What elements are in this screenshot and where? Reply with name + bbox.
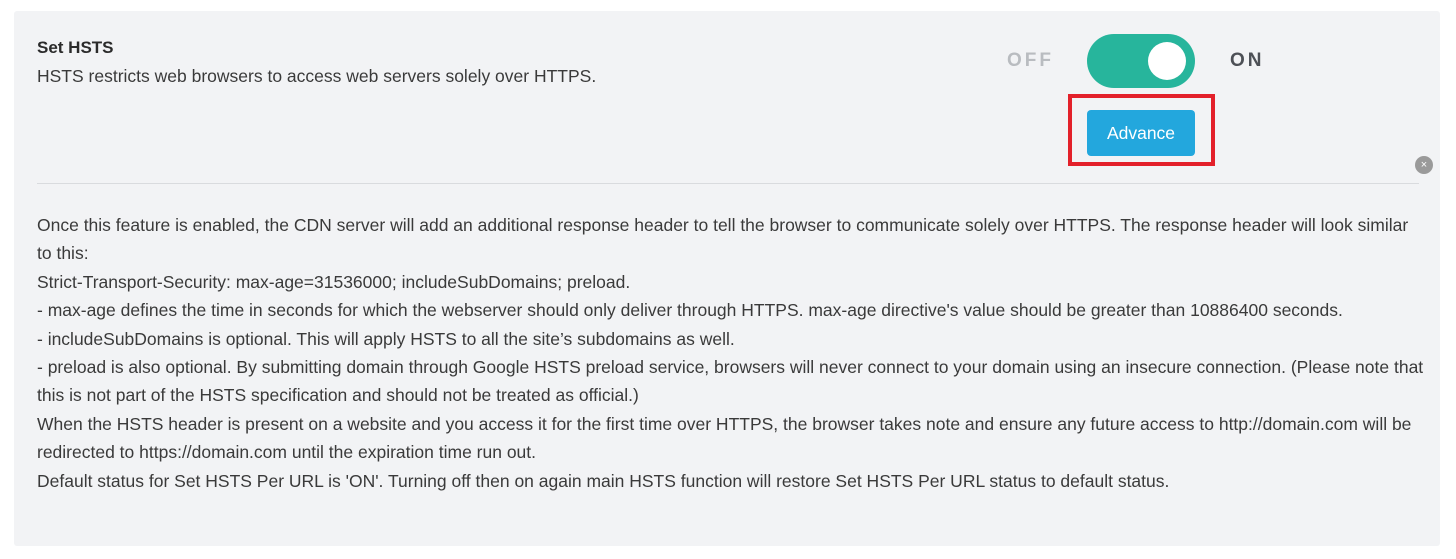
description-line: - max-age defines the time in seconds fo… — [37, 300, 1343, 321]
divider — [37, 183, 1419, 184]
description-line: - includeSubDomains is optional. This wi… — [37, 328, 735, 349]
advance-button[interactable]: Advance — [1087, 110, 1195, 156]
toggle-on-label: ON — [1230, 50, 1265, 71]
toggle-off-label: OFF — [1007, 50, 1054, 71]
description-line: Default status for Set HSTS Per URL is '… — [37, 470, 1170, 491]
description-line: - preload is also optional. By submittin… — [37, 357, 1424, 406]
description-line: Strict-Transport-Security: max-age=31536… — [37, 271, 631, 292]
description-block: Once this feature is enabled, the CDN se… — [37, 211, 1427, 495]
setting-subtitle: HSTS restricts web browsers to access we… — [37, 66, 597, 86]
hsts-toggle-switch[interactable] — [1087, 34, 1195, 88]
close-icon[interactable]: × — [1415, 156, 1433, 174]
description-line: Once this feature is enabled, the CDN se… — [37, 215, 1409, 264]
description-line: When the HSTS header is present on a web… — [37, 413, 1412, 463]
setting-title: Set HSTS — [37, 38, 114, 57]
toggle-knob — [1148, 42, 1186, 80]
hsts-setting-panel: Set HSTS HSTS restricts web browsers to … — [14, 11, 1440, 546]
